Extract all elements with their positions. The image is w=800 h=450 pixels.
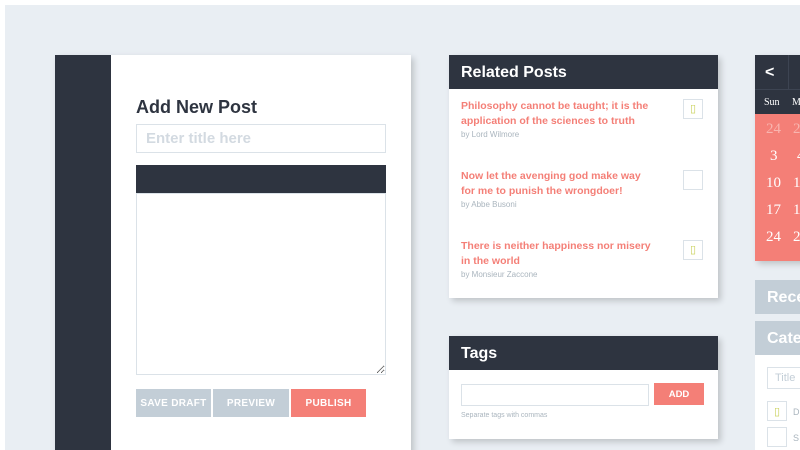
editor-toolbar — [136, 165, 386, 193]
post-link-line: in the world — [461, 255, 520, 267]
post-author: by Monsieur Zaccone — [461, 270, 538, 279]
category-title-input[interactable] — [767, 367, 800, 389]
calendar-day-names: Sun M — [755, 89, 800, 114]
calendar-prev-button[interactable]: < — [765, 64, 774, 81]
calendar-date[interactable]: 1 — [793, 202, 800, 219]
post-title-input[interactable] — [136, 124, 386, 153]
calendar-date[interactable]: 2 — [793, 121, 800, 138]
post-checkbox[interactable]: ▯ — [683, 99, 703, 119]
post-author: by Abbe Busoni — [461, 200, 517, 209]
post-link-line: Philosophy cannot be taught; it is the — [461, 100, 649, 112]
app-canvas: Add New Post SAVE DRAFT PREVIEW PUBLISH … — [5, 5, 800, 450]
category-checkbox[interactable] — [767, 427, 787, 447]
recent-widget-header[interactable]: Rece — [755, 280, 800, 314]
post-link[interactable]: There is neither happiness nor misery in… — [461, 239, 651, 269]
categories-body: ▯ D S — [755, 355, 800, 450]
calendar-date[interactable]: 3 — [770, 148, 778, 165]
tags-title: Tags — [449, 336, 718, 370]
check-icon: ▯ — [773, 405, 781, 418]
day-name: Sun — [764, 97, 780, 108]
category-label: S — [793, 433, 800, 443]
calendar-grid: 24 2 3 4 10 1 17 1 24 2 — [755, 114, 800, 261]
check-icon: ▯ — [689, 102, 697, 115]
calendar-divider — [788, 55, 789, 89]
tag-hint: Separate tags with commas — [461, 412, 548, 419]
post-link-line: for me to punish the wrongdoer! — [461, 185, 623, 197]
post-link[interactable]: Now let the avenging god make way for me… — [461, 169, 651, 199]
post-link-line: application of the sciences to truth — [461, 115, 635, 127]
add-tag-button[interactable]: ADD — [654, 383, 704, 405]
list-item: Philosophy cannot be taught; it is the a… — [461, 99, 651, 139]
calendar-date[interactable]: 24 — [766, 121, 781, 138]
preview-button[interactable]: PREVIEW — [213, 389, 289, 417]
day-name: M — [792, 97, 800, 108]
check-icon: ▯ — [689, 243, 697, 256]
calendar-date[interactable]: 24 — [766, 229, 781, 246]
page-title: Add New Post — [136, 97, 258, 117]
publish-button[interactable]: PUBLISH — [291, 389, 366, 417]
post-author: by Lord Wilmore — [461, 130, 520, 139]
calendar-date[interactable]: 10 — [766, 175, 781, 192]
post-link-line: Now let the avenging god make way — [461, 170, 641, 182]
post-link-line: There is neither happiness nor misery — [461, 240, 651, 252]
tags-widget: Tags ADD Separate tags with commas — [449, 336, 718, 439]
calendar-date[interactable]: 1 — [793, 175, 800, 192]
calendar-header: < — [755, 55, 800, 89]
related-posts-title: Related Posts — [449, 55, 718, 89]
save-draft-button[interactable]: SAVE DRAFT — [136, 389, 211, 417]
list-item: There is neither happiness nor misery in… — [461, 239, 651, 279]
category-label: D — [793, 407, 800, 417]
list-item: Now let the avenging god make way for me… — [461, 169, 651, 209]
post-checkbox[interactable]: ▯ — [683, 240, 703, 260]
category-checkbox[interactable]: ▯ — [767, 401, 787, 421]
categories-widget-header[interactable]: Cate — [755, 321, 800, 355]
add-post-panel: Add New Post SAVE DRAFT PREVIEW PUBLISH — [55, 55, 411, 450]
post-link[interactable]: Philosophy cannot be taught; it is the a… — [461, 99, 651, 129]
related-posts-widget: Related Posts Philosophy cannot be taugh… — [449, 55, 718, 298]
calendar-date[interactable]: 17 — [766, 202, 781, 219]
post-sidebar — [55, 55, 111, 450]
tag-input[interactable] — [461, 384, 649, 406]
calendar-widget: < Sun M 24 2 3 4 10 1 17 1 24 2 — [755, 55, 800, 261]
post-content-editor[interactable] — [136, 193, 386, 375]
calendar-date[interactable]: 2 — [793, 229, 800, 246]
post-checkbox[interactable] — [683, 170, 703, 190]
